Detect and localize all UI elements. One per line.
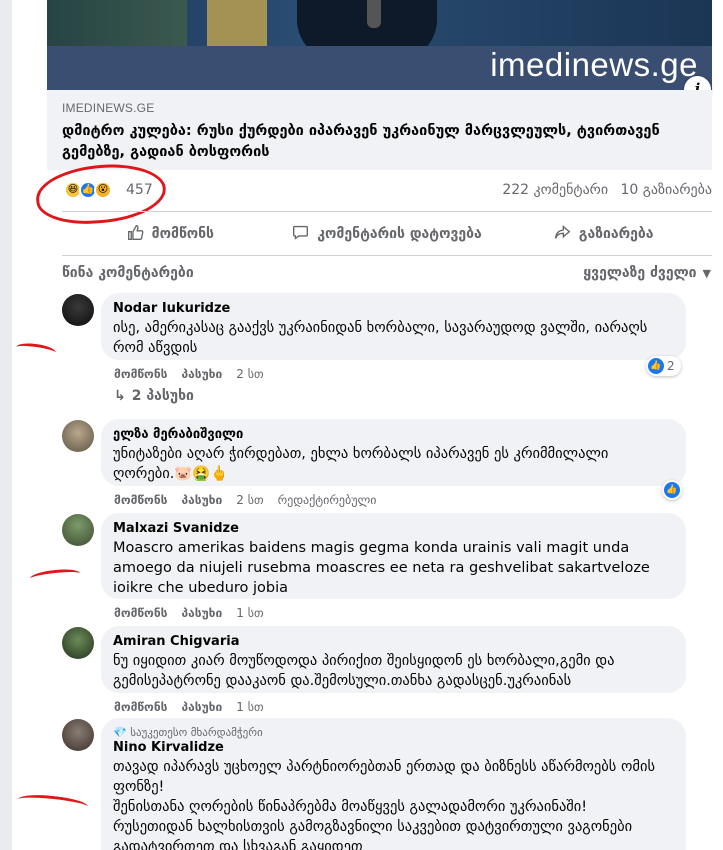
sort-label: ყველაზე ძველი <box>583 265 697 281</box>
link-preview-image[interactable]: imedinews.ge <box>47 0 712 90</box>
avatar[interactable] <box>62 420 94 452</box>
comment-reply-link[interactable]: პასუხი <box>181 606 222 620</box>
engagement-counts: 222 კომენტარი 10 გაზიარება <box>494 182 712 198</box>
like-label: მომწონს <box>151 226 215 242</box>
divider <box>62 255 712 256</box>
like-button[interactable]: მომწონს <box>62 216 279 252</box>
comment-label: კომენტარის დატოვება <box>317 226 482 242</box>
comment-like-link[interactable]: მომწონს <box>114 606 167 620</box>
comment-time[interactable]: 2 სთ <box>236 493 263 507</box>
comment-time[interactable]: 1 სთ <box>236 606 263 620</box>
comment-icon <box>292 224 309 245</box>
comment-meta: მომწონს პასუხი 2 სთ რედაქტირებული <box>114 493 390 507</box>
comment-reply-link[interactable]: პასუხი <box>181 700 222 714</box>
comment-text-line: შენისთანა ღორების წინაპრებმა მოაწყვეს გა… <box>113 799 588 815</box>
comment-reply-link[interactable]: პასუხი <box>181 493 222 507</box>
microphone <box>367 0 381 28</box>
like-icon: 👍 <box>648 358 664 374</box>
comment-time[interactable]: 1 სთ <box>236 700 263 714</box>
comment-meta: მომწონს პასუხი 1 სთ <box>114 606 278 620</box>
avatar[interactable] <box>62 719 94 751</box>
comment-reactions[interactable]: 👍 2 <box>646 356 681 376</box>
comment-button[interactable]: კომენტარის დატოვება <box>279 216 496 252</box>
divider <box>62 211 712 212</box>
comment-text: უნიტაზები აღარ ჭირდებათ, ეხლა ხორბალს იპ… <box>113 446 609 482</box>
comment-author[interactable]: Malxazi Svanidze <box>113 521 674 536</box>
reply-arrow-icon: ↳ <box>114 388 126 404</box>
avatar[interactable] <box>62 294 94 326</box>
comment-time[interactable]: 2 სთ <box>236 367 263 381</box>
comment-like-link[interactable]: მომწონს <box>114 367 167 381</box>
badge-label: საუკეთესო მხარდამჭერი <box>130 726 263 739</box>
image-watermark: imedinews.ge <box>490 46 698 83</box>
comment-bubble: Amiran Chigvaria ნუ იყიდით კიარ მოუწოდოდ… <box>101 626 686 693</box>
comment-text: ნუ იყიდით კიარ მოუწოდოდა პირიქით შეისყიდ… <box>113 653 615 689</box>
avatar[interactable] <box>62 627 94 659</box>
comment-author[interactable]: Amiran Chigvaria <box>113 634 674 649</box>
top-fan-badge[interactable]: 💎 საუკეთესო მხარდამჭერი <box>113 726 674 739</box>
comment-bubble: 💎 საუკეთესო მხარდამჭერი Nino Kirvalidze … <box>101 718 686 850</box>
link-headline[interactable]: დმიტრო კულება: რუსი ქურდები იპარავენ უკრ… <box>62 121 702 163</box>
comment-author[interactable]: ელზა მერაბიშვილი <box>113 427 674 442</box>
sort-dropdown[interactable]: ყველაზე ძველი ▼ <box>583 265 711 281</box>
thumbs-up-icon <box>127 224 144 245</box>
comment-bubble: Malxazi Svanidze Moascro amerikas baiden… <box>101 513 686 599</box>
comment-count[interactable]: 222 კომენტარი <box>502 182 608 198</box>
comment-reaction-count: 2 <box>667 359 675 373</box>
post-actions: მომწონს კომენტარის დატოვება გაზიარება <box>62 216 712 252</box>
comment-like-link[interactable]: მომწონს <box>114 493 167 507</box>
comment-text-line: თავად იპარავს უცხოელ პარტნიორებთან ერთად… <box>113 759 656 795</box>
avatar[interactable] <box>62 514 94 546</box>
comment-meta: მომწონს პასუხი 1 სთ <box>114 700 278 714</box>
view-replies-link[interactable]: ↳ 2 პასუხი <box>114 388 194 404</box>
share-button[interactable]: გაზიარება <box>495 216 712 252</box>
comment-bubble: ელზა მერაბიშვილი უნიტაზები აღარ ჭირდებათ… <box>101 419 686 486</box>
comment-like-link[interactable]: მომწონს <box>114 700 167 714</box>
previous-comments-link[interactable]: წინა კომენტარები <box>62 265 194 281</box>
comment-reactions[interactable]: 👍 <box>662 480 682 500</box>
comment-text-line: რუსეთიდან ხალხისთვის გამოგზავნილი საკვებ… <box>113 819 633 850</box>
share-icon <box>554 224 571 245</box>
comment-meta: მომწონს პასუხი 2 სთ <box>114 367 278 381</box>
left-rail <box>0 0 12 850</box>
comment-bubble: Nodar Iukuridze ისე, ამერიკასაც გააქვს უ… <box>101 293 686 360</box>
comment-author[interactable]: Nino Kirvalidze <box>113 740 674 755</box>
comment-text: Moascro amerikas baidens magis gegma kon… <box>113 540 650 596</box>
replies-count: 2 პასუხი <box>131 388 194 404</box>
comment-text: ისე, ამერიკასაც გააქვს უკრაინიდან ხორბალ… <box>113 320 648 356</box>
link-domain: IMEDINEWS.GE <box>62 101 155 115</box>
caret-down-icon: ▼ <box>702 267 711 280</box>
share-label: გაზიარება <box>578 226 654 242</box>
like-icon: 👍 <box>664 482 680 498</box>
share-count[interactable]: 10 გაზიარება <box>621 182 712 198</box>
diamond-icon: 💎 <box>113 726 127 739</box>
comment-author[interactable]: Nodar Iukuridze <box>113 301 674 316</box>
comment-reply-link[interactable]: პასუხი <box>181 367 222 381</box>
edited-label[interactable]: რედაქტირებული <box>278 493 377 507</box>
